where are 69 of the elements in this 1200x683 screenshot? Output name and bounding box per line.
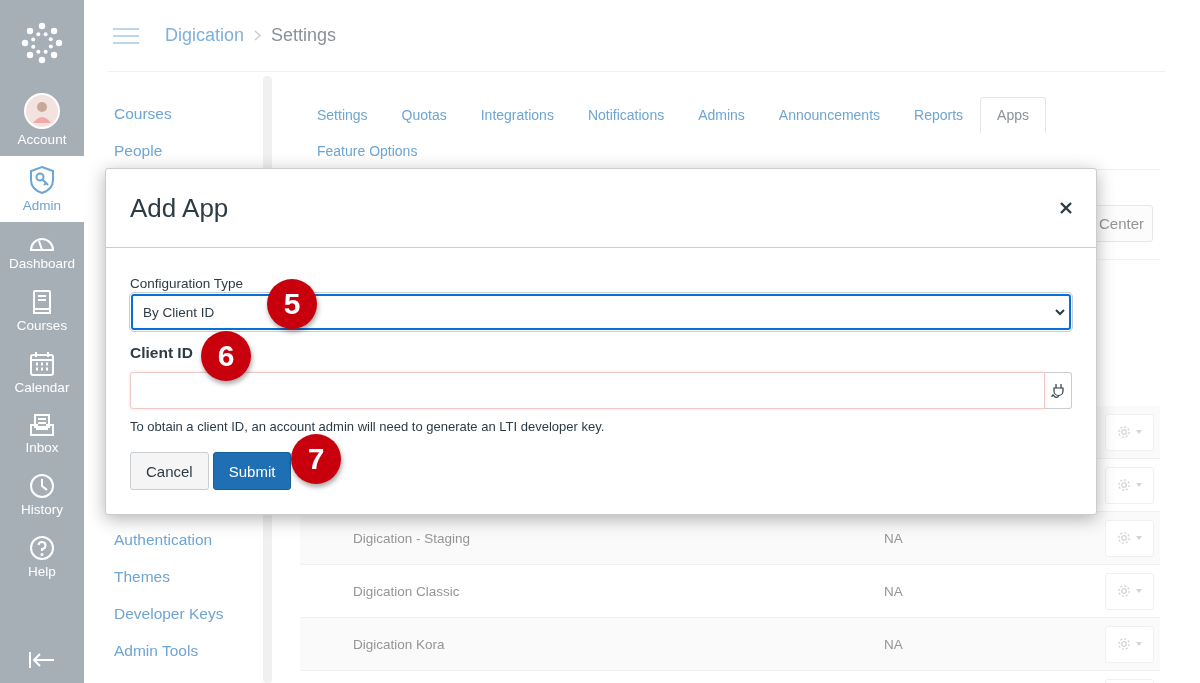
nav-label: Inbox	[25, 440, 59, 455]
nav-item[interactable]: Help	[0, 526, 84, 588]
nav-label: Calendar	[14, 380, 70, 395]
settings-menu-button[interactable]	[1105, 413, 1154, 451]
breadcrumb-link[interactable]: Digication	[165, 25, 245, 46]
tab[interactable]: Notifications	[570, 97, 682, 133]
subnav-link[interactable]: Developer Keys	[108, 605, 263, 642]
nav-item[interactable]: Courses	[0, 280, 84, 342]
chevron-icon	[254, 30, 262, 41]
table-cell-text: NA	[884, 583, 904, 599]
nav-label: Courses	[16, 318, 68, 333]
tab[interactable]: Admins	[681, 97, 762, 133]
menu-icon[interactable]	[113, 26, 139, 45]
clock-icon	[29, 473, 55, 499]
nav-item[interactable]: Account	[0, 90, 84, 156]
app-name-cell-text: Digication - Staging	[352, 530, 472, 546]
table-cell-text: NA	[884, 636, 904, 652]
client-id-field[interactable]	[130, 372, 1045, 409]
tab[interactable]: Announcements	[761, 97, 898, 133]
tab[interactable]: Feature Options	[300, 133, 435, 169]
dialog-title: Add App	[130, 192, 229, 224]
collapse-icon[interactable]	[28, 651, 56, 669]
subnav-link[interactable]: Themes	[108, 568, 263, 605]
breadcrumb-current: Settings	[271, 25, 337, 46]
settings-icon	[1116, 531, 1143, 545]
submit-button[interactable]: Submit	[212, 452, 292, 490]
settings-menu-button[interactable]	[1105, 572, 1154, 610]
settings-menu-button[interactable]	[1105, 519, 1154, 557]
nav-item[interactable]: Inbox	[0, 404, 84, 464]
app-name-cell-text: Digication Kora	[352, 636, 446, 652]
field-label: Client ID	[130, 344, 193, 362]
chevron-down-icon	[1055, 308, 1065, 316]
subnav-link[interactable]: Authentication	[108, 531, 263, 568]
avatar-icon	[24, 93, 60, 129]
shield-key-icon	[28, 165, 56, 195]
plug-icon	[1051, 382, 1065, 399]
close-icon[interactable]	[1060, 202, 1072, 214]
help-icon	[29, 535, 55, 561]
nav-label: History	[21, 502, 63, 517]
nav-item[interactable]: Calendar	[0, 342, 84, 404]
logo-icon[interactable]	[21, 22, 63, 64]
subnav-link[interactable]: Courses	[108, 105, 263, 142]
field-label: Configuration Type	[130, 276, 244, 291]
subnav-link[interactable]: Admin Tools	[108, 642, 263, 679]
settings-icon	[1116, 478, 1143, 492]
settings-icon	[1116, 425, 1143, 439]
inbox-icon	[29, 413, 55, 437]
tab[interactable]: Integrations	[463, 97, 571, 133]
cancel-button[interactable]: Cancel	[130, 452, 209, 490]
nav-label: Dashboard	[8, 256, 75, 271]
nav-label: Account	[17, 132, 67, 147]
book-icon	[31, 289, 53, 315]
nav-label: Help	[28, 564, 56, 579]
settings-icon	[1116, 584, 1143, 598]
nav-item[interactable]: History	[0, 464, 84, 526]
calendar-icon	[29, 351, 55, 377]
tab[interactable]: Quotas	[384, 97, 464, 133]
nav-item[interactable]: Dashboard	[0, 222, 84, 280]
table-cell-text: NA	[884, 530, 904, 546]
tab[interactable]: Apps	[980, 97, 1046, 133]
app-name-cell-text: Digication Classic	[352, 583, 461, 599]
help-text: To obtain a client ID, an account admin will need to generate an LTI developer key.	[130, 419, 605, 434]
tab[interactable]: Settings	[300, 97, 385, 133]
nav-label: Admin	[22, 198, 62, 213]
nav-item[interactable]: Admin	[0, 156, 84, 222]
tab[interactable]: Reports	[897, 97, 981, 133]
settings-menu-button[interactable]	[1105, 466, 1154, 504]
settings-menu-button[interactable]	[1105, 625, 1154, 663]
settings-icon	[1116, 637, 1143, 651]
